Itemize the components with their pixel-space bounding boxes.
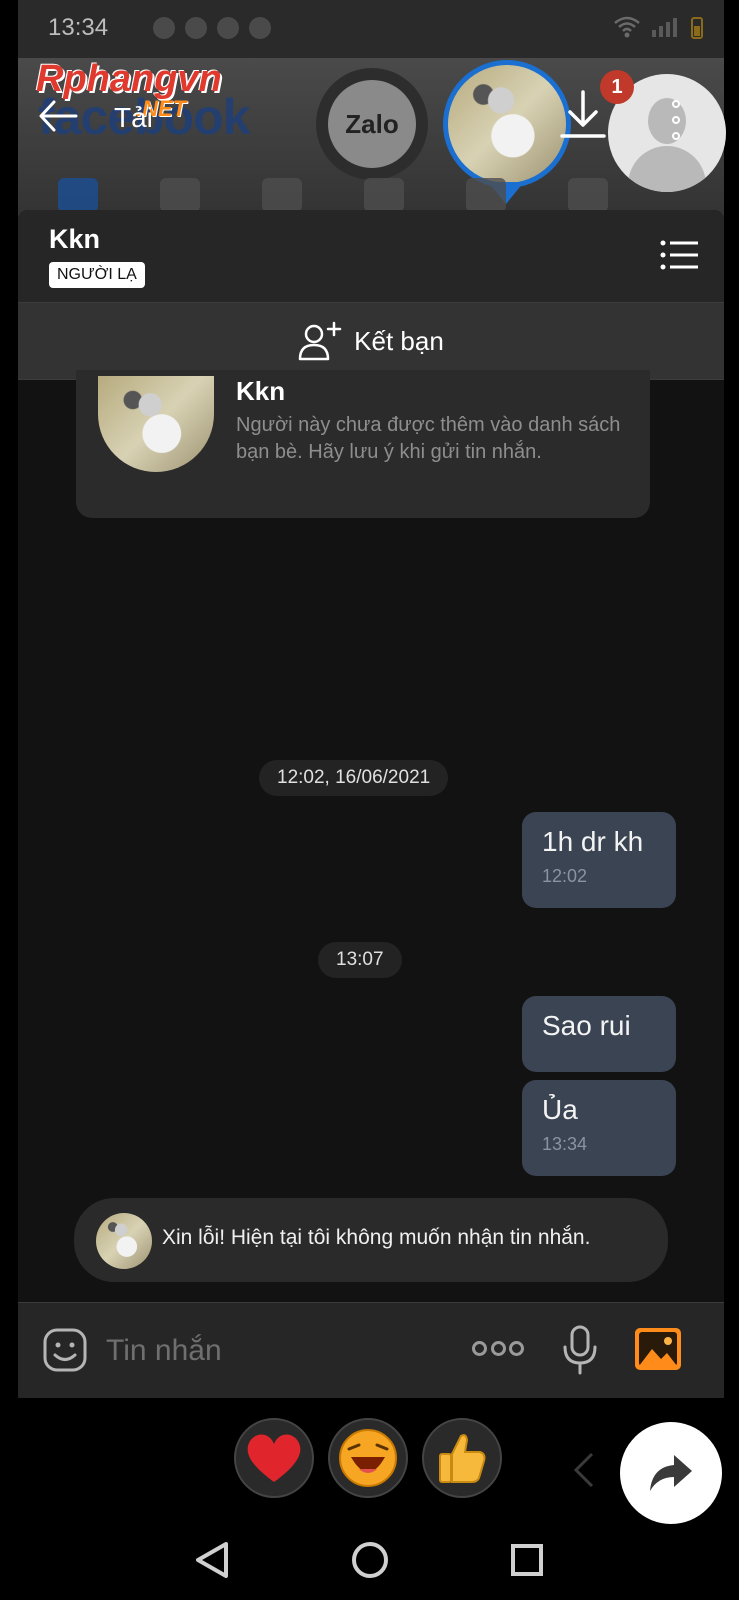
messenger-icon bbox=[153, 17, 175, 39]
stranger-profile-card: Kkn Người này chưa được thêm vào danh sá… bbox=[76, 370, 650, 518]
auto-reply-avatar bbox=[96, 1213, 152, 1269]
zalo-label: Zalo bbox=[345, 108, 399, 139]
message-text: Sao rui bbox=[542, 1010, 631, 1041]
watermark-logo: Rphangvn .NET bbox=[36, 58, 222, 121]
kebab-dot bbox=[672, 116, 680, 124]
sent-message[interactable]: Ủa 13:34 bbox=[522, 1080, 676, 1176]
video-icon bbox=[160, 178, 200, 212]
thumbs-up-icon bbox=[439, 1434, 486, 1483]
zalo-chat-head[interactable]: Zalo bbox=[316, 68, 428, 180]
message-composer bbox=[18, 1302, 724, 1398]
heart-icon bbox=[247, 1434, 301, 1482]
notifications-icon bbox=[466, 178, 506, 212]
back-arrow-icon[interactable] bbox=[38, 98, 78, 134]
groups-icon bbox=[364, 178, 404, 212]
add-friend-button[interactable]: Kết bạn bbox=[18, 302, 724, 380]
more-dot bbox=[509, 1341, 524, 1356]
system-icons bbox=[614, 16, 704, 40]
wifi-icon bbox=[614, 16, 640, 38]
message-text: 1h dr kh bbox=[542, 826, 644, 857]
profile-name: Kkn bbox=[236, 376, 286, 406]
time-divider: 13:07 bbox=[318, 942, 402, 978]
chat-panel: Kkn NGƯỜI LẠ Kết bạn Kkn Người này chưa … bbox=[18, 210, 724, 1398]
forward-button[interactable] bbox=[620, 1422, 722, 1524]
chat-header: Kkn NGƯỜI LẠ bbox=[18, 210, 724, 302]
auto-reply-notice: Xin lỗi! Hiện tại tôi không muốn nhận ti… bbox=[74, 1198, 668, 1282]
message-input[interactable] bbox=[106, 1323, 446, 1379]
sticker-icon[interactable] bbox=[42, 1327, 88, 1373]
laughing-emoji-icon bbox=[339, 1429, 397, 1487]
menu-icon bbox=[568, 178, 608, 212]
add-friend-icon bbox=[298, 321, 342, 361]
nav-recents-icon[interactable] bbox=[511, 1544, 543, 1576]
chat-icon bbox=[185, 17, 207, 39]
more-dot bbox=[472, 1341, 487, 1356]
battery-icon bbox=[691, 17, 703, 39]
add-friend-label: Kết bạn bbox=[354, 325, 444, 356]
active-chat-head-avatar[interactable] bbox=[443, 60, 571, 188]
chevron-left-icon[interactable] bbox=[572, 1450, 596, 1490]
back-label[interactable]: Tải bbox=[114, 102, 153, 134]
nav-back-icon[interactable] bbox=[194, 1540, 230, 1580]
like-reaction-button[interactable] bbox=[422, 1418, 502, 1498]
message-time: 12:02 bbox=[542, 866, 588, 886]
image-icon[interactable] bbox=[634, 1327, 682, 1371]
heart-reaction-button[interactable] bbox=[234, 1418, 314, 1498]
kebab-dot bbox=[672, 100, 680, 108]
nav-home-icon[interactable] bbox=[352, 1542, 388, 1578]
profile-icon bbox=[262, 178, 302, 212]
avatar-body-shape bbox=[628, 146, 706, 192]
auto-reply-text: Xin lỗi! Hiện tại tôi không muốn nhận ti… bbox=[162, 1226, 591, 1249]
notification-icons bbox=[153, 17, 271, 39]
home-icon bbox=[58, 178, 98, 212]
list-menu-icon[interactable] bbox=[660, 240, 698, 270]
laugh-reaction-button[interactable] bbox=[328, 1418, 408, 1498]
stranger-warning-text: Người này chưa được thêm vào danh sách b… bbox=[236, 414, 621, 463]
status-bar: 13:34 bbox=[18, 0, 724, 58]
microphone-icon[interactable] bbox=[562, 1325, 598, 1375]
message-text: Ủa bbox=[542, 1094, 578, 1125]
message-list[interactable]: Kkn Người này chưa được thêm vào danh sá… bbox=[18, 370, 724, 1302]
zalo-logo: Zalo bbox=[328, 80, 416, 168]
watermark-brand: Rphangvn bbox=[36, 58, 222, 100]
share-arrow-icon bbox=[650, 1455, 692, 1491]
more-dot bbox=[490, 1341, 506, 1356]
sent-message[interactable]: Sao rui bbox=[522, 996, 676, 1072]
stranger-badge: NGƯỜI LẠ bbox=[49, 262, 145, 288]
more-vertical-icon[interactable] bbox=[670, 100, 682, 140]
signal-icon bbox=[652, 18, 677, 37]
contact-name[interactable]: Kkn bbox=[49, 224, 100, 255]
app-icon bbox=[217, 17, 239, 39]
kebab-dot bbox=[672, 132, 680, 140]
sent-message[interactable]: 1h dr kh 12:02 bbox=[522, 812, 676, 908]
app-overlay: facebook Rphangvn .NET Tải Zalo 1 bbox=[18, 58, 726, 218]
more-options-icon[interactable] bbox=[472, 1341, 524, 1361]
download-icon[interactable] bbox=[558, 88, 608, 144]
status-time: 13:34 bbox=[48, 14, 109, 41]
message-time: 13:34 bbox=[542, 1134, 588, 1154]
gallery-icon bbox=[249, 17, 271, 39]
notification-badge: 1 bbox=[600, 70, 634, 104]
date-divider: 12:02, 16/06/2021 bbox=[259, 760, 449, 796]
profile-avatar[interactable] bbox=[98, 376, 214, 472]
facebook-tab-bar bbox=[58, 178, 608, 212]
